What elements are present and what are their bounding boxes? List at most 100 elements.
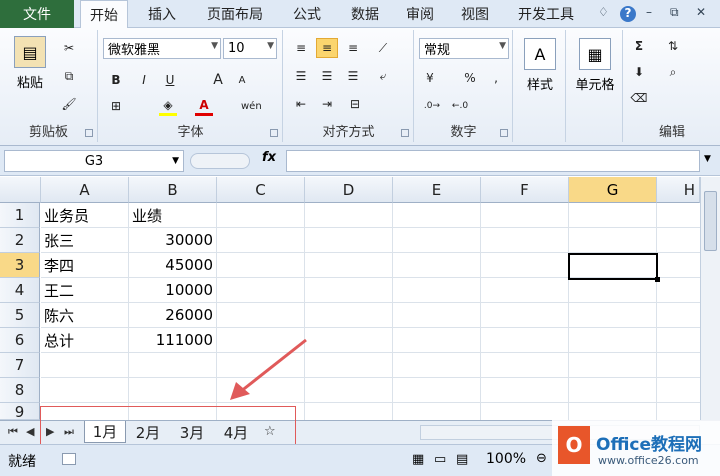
cells-button[interactable]: ▦ 单元格: [569, 38, 621, 93]
format-painter-icon[interactable]: 🖌: [60, 94, 78, 114]
zoom-out-icon[interactable]: ⊖: [536, 451, 547, 466]
row-header-4[interactable]: 4: [0, 278, 40, 303]
column-header-g[interactable]: G: [569, 177, 657, 203]
select-all-corner[interactable]: [0, 177, 41, 203]
row-header-7[interactable]: 7: [0, 353, 40, 378]
column-header-a[interactable]: A: [41, 177, 129, 203]
selected-cell-g3[interactable]: [568, 253, 660, 282]
ribbon-minimize-icon[interactable]: ♢: [598, 5, 609, 19]
tab-developer[interactable]: 开发工具: [506, 0, 586, 28]
cell-b3[interactable]: 45000: [129, 253, 217, 278]
autosum-button[interactable]: Σ: [630, 36, 648, 56]
column-header-f[interactable]: F: [481, 177, 569, 203]
find-select-icon[interactable]: ⌕: [664, 62, 682, 82]
font-color-icon[interactable]: A: [195, 96, 213, 116]
cell-a6[interactable]: 总计: [41, 328, 129, 353]
underline-button[interactable]: U: [161, 70, 179, 90]
clipboard-launcher-icon[interactable]: [85, 129, 93, 137]
cell-a3[interactable]: 李四: [41, 253, 129, 278]
font-name-select[interactable]: 微软雅黑 ▼: [103, 38, 221, 59]
row-header-5[interactable]: 5: [0, 303, 40, 328]
shrink-font-button[interactable]: A: [233, 70, 251, 90]
tab-page-layout[interactable]: 页面布局: [194, 0, 276, 28]
align-middle-icon[interactable]: ≡: [316, 38, 338, 58]
cell-b2[interactable]: 30000: [129, 228, 217, 253]
group-cells[interactable]: ▦ 单元格: [567, 30, 623, 142]
first-sheet-icon[interactable]: ⏮: [8, 425, 18, 439]
close-icon[interactable]: ✕: [696, 5, 706, 19]
row-header-6[interactable]: 6: [0, 328, 40, 353]
align-right-icon[interactable]: ☰: [344, 66, 362, 86]
cell-a5[interactable]: 陈六: [41, 303, 129, 328]
normal-view-icon[interactable]: ▦: [412, 452, 424, 467]
column-header-e[interactable]: E: [393, 177, 481, 203]
decrease-indent-icon[interactable]: ⇤: [292, 94, 310, 114]
expand-formula-icon[interactable]: ▼: [704, 154, 711, 164]
phonetic-button[interactable]: wén: [241, 96, 262, 116]
comma-button[interactable]: ,: [487, 68, 505, 88]
page-break-view-icon[interactable]: ▤: [456, 452, 468, 467]
insert-function-button[interactable]: fx: [262, 150, 276, 165]
help-icon[interactable]: ?: [620, 6, 636, 22]
percent-button[interactable]: %: [461, 68, 479, 88]
align-top-icon[interactable]: ≡: [292, 38, 310, 58]
increase-decimal-icon[interactable]: .0→: [423, 96, 441, 116]
formula-bar-handle[interactable]: [190, 153, 250, 169]
decrease-decimal-icon[interactable]: ←.0: [451, 96, 469, 116]
row-header-9[interactable]: 9: [0, 403, 40, 421]
row-header-8[interactable]: 8: [0, 378, 40, 403]
cut-icon[interactable]: ✂: [60, 38, 78, 58]
copy-icon[interactable]: ⧉: [60, 66, 78, 86]
row-header-3[interactable]: 3: [0, 253, 40, 278]
name-box[interactable]: G3 ▼: [4, 150, 184, 172]
cell-b4[interactable]: 10000: [129, 278, 217, 303]
paste-button[interactable]: ▤ 粘贴: [10, 36, 50, 91]
cell-a2[interactable]: 张三: [41, 228, 129, 253]
clear-icon[interactable]: ⌫: [630, 88, 648, 108]
column-header-c[interactable]: C: [217, 177, 305, 203]
tab-data[interactable]: 数据: [340, 0, 390, 28]
styles-button[interactable]: A 样式: [520, 38, 560, 93]
vertical-scrollbar[interactable]: [700, 177, 720, 423]
border-icon[interactable]: ⊞: [107, 96, 125, 116]
minimize-icon[interactable]: –: [646, 5, 652, 19]
bold-button[interactable]: B: [107, 70, 125, 90]
orientation-icon[interactable]: ⟋: [374, 38, 392, 58]
increase-indent-icon[interactable]: ⇥: [318, 94, 336, 114]
wrap-text-icon[interactable]: ⤶: [374, 66, 392, 86]
number-format-select[interactable]: 常规 ▼: [419, 38, 509, 59]
align-bottom-icon[interactable]: ≡: [344, 38, 362, 58]
grow-font-button[interactable]: A: [209, 70, 227, 90]
prev-sheet-icon[interactable]: ◀: [26, 425, 34, 438]
merge-cells-icon[interactable]: ⊟: [346, 94, 364, 114]
cell-b1[interactable]: 业绩: [129, 203, 217, 228]
cell-b5[interactable]: 26000: [129, 303, 217, 328]
macro-record-icon[interactable]: [62, 453, 76, 465]
sort-filter-icon[interactable]: ⇅: [664, 36, 682, 56]
zoom-level[interactable]: 100%: [486, 451, 526, 467]
cell-b6[interactable]: 111000: [129, 328, 217, 353]
row-header-1[interactable]: 1: [0, 203, 40, 228]
row-header-2[interactable]: 2: [0, 228, 40, 253]
tab-formulas[interactable]: 公式: [282, 0, 332, 28]
tab-view[interactable]: 视图: [450, 0, 500, 28]
font-launcher-icon[interactable]: [270, 129, 278, 137]
tab-file[interactable]: 文件: [0, 0, 74, 28]
align-center-icon[interactable]: ☰: [318, 66, 336, 86]
cell-a4[interactable]: 王二: [41, 278, 129, 303]
tab-review[interactable]: 审阅: [398, 0, 442, 28]
scroll-thumb[interactable]: [704, 191, 717, 251]
tab-home[interactable]: 开始: [80, 0, 128, 29]
fill-icon[interactable]: ⬇: [630, 62, 648, 82]
group-styles[interactable]: A 样式: [514, 30, 566, 142]
number-launcher-icon[interactable]: [500, 129, 508, 137]
restore-icon[interactable]: ⧉: [670, 5, 679, 20]
tab-insert[interactable]: 插入: [136, 0, 188, 28]
fill-color-icon[interactable]: ◈: [159, 96, 177, 116]
align-left-icon[interactable]: ☰: [292, 66, 310, 86]
column-header-d[interactable]: D: [305, 177, 393, 203]
font-size-select[interactable]: 10 ▼: [223, 38, 277, 59]
cell-a1[interactable]: 业务员: [41, 203, 129, 228]
formula-input[interactable]: [286, 150, 700, 172]
column-header-h[interactable]: H: [657, 177, 700, 203]
